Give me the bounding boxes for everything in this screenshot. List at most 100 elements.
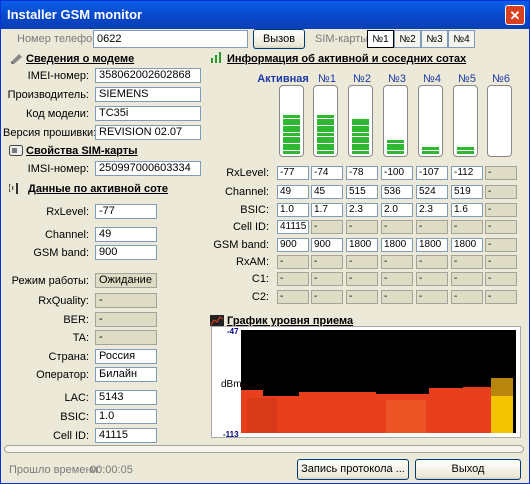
active-cell-value: - [95,330,157,345]
cells-table-cell: -107 [416,166,448,180]
call-button[interactable]: Вызов [253,29,305,49]
chart-ymin-label: -113 [223,430,239,439]
sim-tab-1[interactable]: №1 [367,30,394,48]
active-cell-value: -77 [95,204,157,219]
active-cell-label: Страна: [48,351,89,363]
modem-section-title: Сведения о модеме [26,53,135,65]
chart-history-lighter [386,400,426,433]
phone-label: Номер телефона [17,33,105,45]
cells-table-cell: - [416,272,448,286]
signal-level-segment [457,147,474,151]
cells-row-label: GSM band: [213,239,269,251]
active-cell-value: Россия [95,349,157,364]
active-cell-label: Оператор: [36,369,89,381]
cells-table-cell: - [485,272,517,286]
cells-table-cell: - [451,272,483,286]
signal-level-segment [283,151,300,154]
signal-level-segment [317,147,334,151]
cells-table-cell: - [277,290,309,304]
signal-level-segment [317,129,334,133]
column-header-neighbor: №1 [318,73,336,85]
cells-table-cell: 1800 [451,238,483,252]
elapsed-label: Прошло времени: [9,464,101,476]
title-bar[interactable]: Installer GSM monitor ✕ [1,1,529,29]
chart-history-darker [247,398,277,433]
cells-table-cell: - [485,166,517,180]
manufacturer-label: Производитель: [7,89,89,101]
cells-table-cell: - [277,255,309,269]
signal-level-segment [283,118,300,122]
cells-table-cell: - [346,255,378,269]
active-cell-value: 1.0 [95,409,157,424]
cells-table-cell: - [381,255,413,269]
cells-table-cell: 2.0 [381,203,413,217]
signal-level-segment [317,151,334,154]
sim-section-title: Свойства SIM-карты [26,145,138,157]
signal-level-segment [283,140,300,144]
cells-table-cell: - [416,220,448,234]
active-cell-label: LAC: [64,392,89,404]
progress-separator [4,445,524,453]
signal-level-segment [387,140,404,144]
cells-row-label: Channel: [224,186,269,198]
signal-level-segment [317,143,334,147]
cells-table-cell: - [311,220,343,234]
signal-level-segment [352,122,369,126]
cells-table-cell: - [485,185,517,199]
cells-table-cell: 49 [277,185,309,199]
cells-table-cell: - [381,272,413,286]
cells-table-cell: -74 [311,166,343,180]
exit-button[interactable]: Выход [415,459,521,480]
imsi-value: 250997000603334 [95,161,201,176]
cells-info-title: Информация об активной и соседних сотах [227,53,467,65]
cells-row-label: C2: [251,291,269,303]
signal-level-segment [387,147,404,151]
signal-level-bar [383,85,408,157]
cells-table-cell: 1.0 [277,203,309,217]
signal-level-segment [422,147,439,151]
cells-table-cell: - [451,255,483,269]
cells-table-cell: 900 [277,238,309,252]
sim-tab-4[interactable]: №4 [448,30,475,48]
active-cell-label: Режим работы: [11,275,89,287]
cells-table-cell: 45 [311,185,343,199]
cells-table-cell: - [311,272,343,286]
signal-level-segment [317,136,334,140]
signal-level-segment [457,151,474,154]
firmware-label: Версия прошивки: [3,127,97,139]
cells-table-cell: 900 [311,238,343,252]
cells-row-label: BSIC: [240,204,269,216]
active-cell-value: 900 [95,245,157,260]
signal-level-segment [283,122,300,126]
signal-level-segment [352,125,369,129]
signal-level-segment [352,136,369,140]
firmware-value: REVISION 02.07 [95,125,201,140]
log-button[interactable]: Запись протокола ... [297,459,409,480]
signal-level-segment [352,151,369,154]
signal-level-segment [283,147,300,151]
cells-table-cell: 524 [416,185,448,199]
signal-level-segment [317,122,334,126]
elapsed-value: 00:00:05 [90,464,133,476]
phone-input[interactable]: 0622 [93,30,248,48]
column-header-neighbor: №5 [458,73,476,85]
sim-tab-3[interactable]: №3 [421,30,448,48]
active-cell-value: 49 [95,227,157,242]
modem-icon [10,54,22,64]
chart-icon [210,315,224,326]
cells-table-cell: 1800 [416,238,448,252]
signal-level-segment [317,118,334,122]
main-window: Installer GSM monitor ✕ Номер телефона 0… [0,0,530,484]
active-cell-label: Cell ID: [52,430,89,442]
close-button[interactable]: ✕ [505,5,525,25]
sim-tab-2[interactable]: №2 [394,30,421,48]
signal-level-segment [283,143,300,147]
active-cell-value: 5143 [95,390,157,405]
cells-table-cell: 2.3 [416,203,448,217]
signal-level-segment [317,133,334,136]
column-header-neighbor: №2 [353,73,371,85]
signal-level-segment [387,143,404,147]
active-cell-label: RxQuality: [38,295,89,307]
cells-row-label: RxLevel: [226,167,269,179]
active-cell-value: Ожидание [95,273,157,288]
